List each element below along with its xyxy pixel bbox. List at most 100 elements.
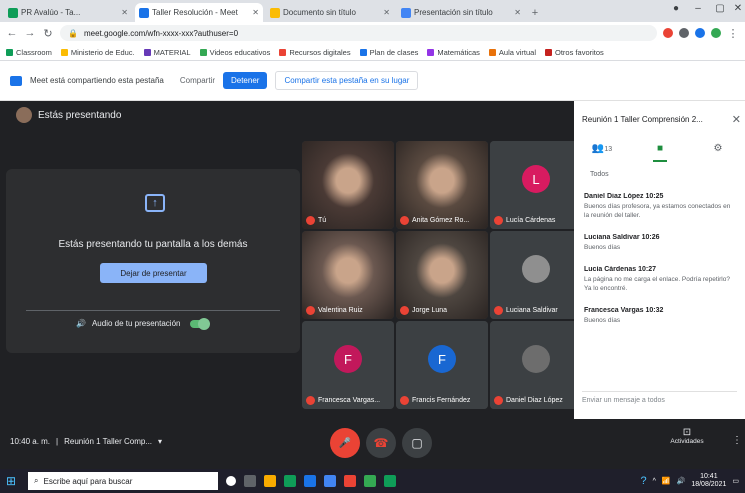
bookmark-label: Classroom: [16, 47, 52, 57]
volume-icon[interactable]: 🔊: [677, 477, 686, 485]
task-view-icon[interactable]: [244, 475, 256, 487]
close-tab-icon[interactable]: ✕: [252, 8, 259, 17]
file-explorer-icon[interactable]: [264, 475, 276, 487]
bookmark-item[interactable]: Otros favoritos: [545, 48, 604, 57]
browser-tab[interactable]: Taller Resolución - Meet ✕: [135, 3, 263, 22]
chrome-icon[interactable]: [364, 475, 376, 487]
new-tab-button[interactable]: +: [528, 3, 542, 22]
reload-icon[interactable]: ↻: [42, 27, 54, 40]
participant-tile[interactable]: L Lucía Cárdenas: [490, 141, 582, 229]
participant-tile[interactable]: Jorge Luna: [396, 231, 488, 319]
participant-name-row: Jorge Luna: [400, 306, 486, 315]
browser-tab[interactable]: Presentación sin título ✕: [397, 3, 525, 22]
bookmark-item[interactable]: Aula virtual: [488, 48, 536, 57]
mail-icon[interactable]: [304, 475, 316, 487]
taskbar-clock[interactable]: 10:41 18/08/2021: [691, 473, 726, 490]
close-tab-icon[interactable]: ✕: [514, 8, 521, 17]
participant-tile[interactable]: F Francesca Vargas...: [302, 321, 394, 409]
share-this-tab-button[interactable]: Compartir esta pestaña en su lugar: [275, 71, 419, 90]
browser-tab[interactable]: PR Avalúo - Ta... ✕: [4, 3, 132, 22]
notifications-icon[interactable]: ▭: [732, 477, 739, 485]
camera-indicator-icon[interactable]: [663, 28, 673, 38]
meeting-controls: 10:40 a. m. | Reunión 1 Taller Comp... ▾…: [0, 419, 745, 469]
bookmark-item[interactable]: Classroom: [6, 48, 52, 57]
bookmark-icon: [359, 48, 367, 56]
maximize-button[interactable]: ▢: [711, 3, 729, 14]
presentation-audio-row: 🔊 Audio de tu presentación: [76, 317, 211, 330]
close-tab-icon[interactable]: ✕: [121, 8, 128, 17]
panel-tab-activities[interactable]: ⚙: [698, 143, 738, 162]
chat-message: Daniel Diaz López 10:25 Buenos días profe…: [584, 193, 736, 220]
windows-start-icon[interactable]: ⊞: [6, 474, 20, 488]
bookmark-item[interactable]: Plan de clases: [359, 48, 418, 57]
participant-tile[interactable]: Tú: [302, 141, 394, 229]
present-icon: ▢: [411, 436, 423, 450]
stop-presenting-button[interactable]: Dejar de presentar: [100, 263, 207, 283]
help-icon[interactable]: ?: [640, 475, 646, 487]
participant-name: Anita Gómez Ro...: [412, 217, 470, 224]
close-icon[interactable]: ✕: [732, 113, 741, 126]
participant-tile[interactable]: Anita Gómez Ro...: [396, 141, 488, 229]
more-options-icon[interactable]: ⋮: [732, 435, 742, 446]
back-arrow-icon[interactable]: ←: [6, 27, 18, 39]
chat-input[interactable]: Enviar un mensaje a todos: [582, 391, 737, 409]
participant-name-row: Francesca Vargas...: [306, 396, 392, 405]
avatar: L: [522, 165, 550, 193]
participant-tile[interactable]: F Francis Fernández: [396, 321, 488, 409]
activities-button[interactable]: ⊡ Actividades: [660, 427, 714, 445]
participant-tile[interactable]: Daniel Diaz López: [490, 321, 582, 409]
network-icon[interactable]: 📶: [662, 477, 671, 485]
bookmark-item[interactable]: Recursos digitales: [279, 48, 351, 57]
audio-toggle[interactable]: [190, 317, 211, 330]
presenter-label: Estás presentando: [38, 109, 122, 121]
panel-tab-chat[interactable]: ■: [640, 143, 680, 162]
star-icon[interactable]: [679, 28, 689, 38]
taskbar-search[interactable]: ⌕ Escribe aquí para buscar: [28, 472, 218, 490]
favicon-icon: [270, 7, 280, 18]
store-icon[interactable]: [284, 475, 296, 487]
participant-name-row: Daniel Diaz López: [494, 396, 580, 405]
close-tab-icon[interactable]: ✕: [383, 8, 390, 17]
panel-tab-people[interactable]: 👥13: [582, 143, 622, 162]
forward-arrow-icon[interactable]: →: [24, 27, 36, 39]
mic-muted-icon: [400, 216, 409, 225]
excel-icon[interactable]: [384, 475, 396, 487]
mic-off-button[interactable]: 🎤: [330, 428, 360, 458]
participant-tile[interactable]: Luciana Saldivar: [490, 231, 582, 319]
extension-icon[interactable]: [695, 28, 705, 38]
address-bar[interactable]: 🔒 meet.google.com/wfn-xxxx-xxx?authuser=…: [60, 25, 657, 41]
avatar: F: [334, 345, 362, 373]
profile-icon[interactable]: ●: [667, 3, 685, 14]
kebab-menu-icon[interactable]: ⋮: [727, 27, 739, 40]
sharing-infobar: Meet está compartiendo esta pestaña Comp…: [0, 61, 745, 101]
bookmark-item[interactable]: Ministerio de Educ.: [60, 48, 135, 57]
participant-name: Tú: [318, 217, 327, 224]
tab-list: PR Avalúo - Ta... ✕ Taller Resolución - Me…: [4, 3, 528, 22]
bookmark-item[interactable]: Videos educativos: [199, 48, 270, 57]
browser-tab[interactable]: Documento sin título ✕: [266, 3, 394, 22]
participant-name: Valentina Ruiz: [318, 307, 363, 314]
participant-tile[interactable]: Valentina Ruiz: [302, 231, 394, 319]
participant-name-row: Valentina Ruiz: [306, 306, 392, 315]
hangup-button[interactable]: ☎: [366, 428, 396, 458]
powerpoint-icon[interactable]: [344, 475, 356, 487]
bookmark-icon: [143, 48, 151, 56]
bookmark-item[interactable]: MATERIAL: [143, 48, 191, 57]
participant-name-row: Francis Fernández: [400, 396, 486, 405]
favicon-icon: [401, 7, 411, 18]
presentation-panel: ↑ Estás presentando tu pantalla a los de…: [6, 169, 300, 353]
chevron-up-icon[interactable]: ^: [653, 478, 656, 485]
word-icon[interactable]: [324, 475, 336, 487]
browser-toolbar: ← → ↻ 🔒 meet.google.com/wfn-xxxx-xxx?aut…: [0, 22, 745, 44]
favicon-icon: [8, 7, 18, 18]
bookmark-icon: [279, 48, 287, 56]
avatar[interactable]: [711, 28, 721, 38]
presenter-bar: Estás presentando: [16, 107, 121, 123]
minimize-button[interactable]: –: [689, 3, 707, 14]
close-window-button[interactable]: ✕: [729, 3, 745, 14]
present-button[interactable]: ▢: [402, 428, 432, 458]
stop-sharing-button[interactable]: Detener: [222, 72, 268, 89]
chevron-down-icon[interactable]: ▾: [158, 437, 162, 446]
cortana-icon[interactable]: [226, 476, 236, 486]
bookmark-item[interactable]: Matemáticas: [427, 48, 480, 57]
